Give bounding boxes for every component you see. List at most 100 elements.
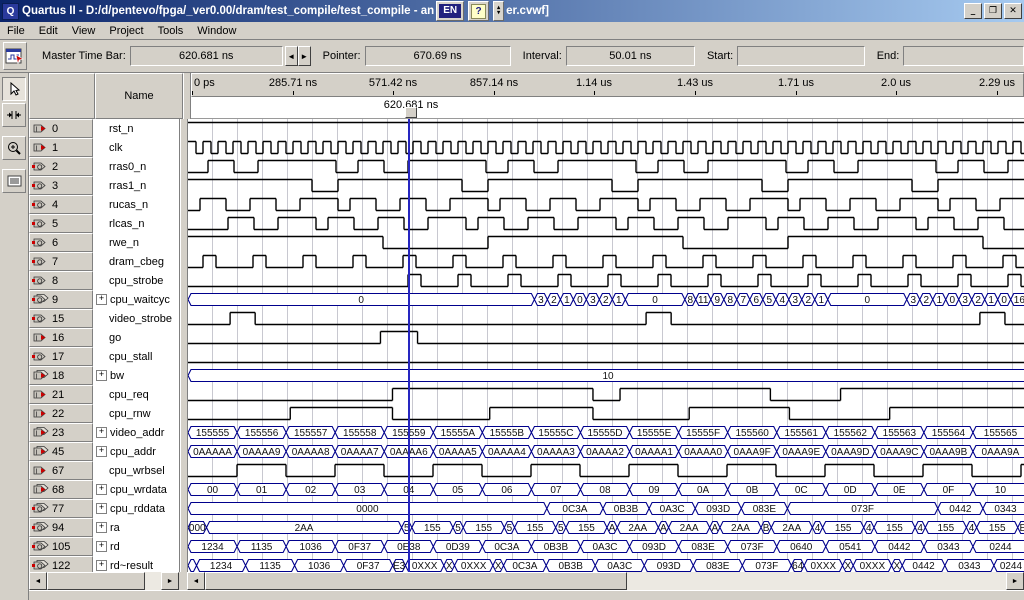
- signal-id-cpu_waitcyc[interactable]: O9: [29, 290, 93, 309]
- wave-dram_cbeg[interactable]: [188, 252, 1024, 271]
- signal-id-cpu_rddata[interactable]: O77: [29, 499, 93, 518]
- waves-scroll-thumb[interactable]: [205, 572, 627, 590]
- signal-name-rras1_n[interactable]: rras1_n: [93, 176, 179, 195]
- master-time-bar-spinner[interactable]: ◄ ►: [285, 46, 311, 66]
- expand-icon[interactable]: +: [96, 560, 107, 571]
- signal-id-cpu_addr[interactable]: I45: [29, 442, 93, 461]
- signal-name-clk[interactable]: clk: [93, 138, 179, 157]
- expand-icon[interactable]: +: [96, 503, 107, 514]
- expand-icon[interactable]: +: [96, 522, 107, 533]
- end-field[interactable]: [903, 46, 1024, 66]
- wave-go[interactable]: [188, 328, 1024, 347]
- signal-name-cpu_req[interactable]: cpu_req: [93, 385, 179, 404]
- wave-cpu_strobe[interactable]: [188, 271, 1024, 290]
- wave-video_strobe[interactable]: [188, 309, 1024, 328]
- wave-rras1_n[interactable]: [188, 176, 1024, 195]
- spin-right-icon[interactable]: ►: [298, 46, 311, 66]
- signal-id-ra[interactable]: O94: [29, 518, 93, 537]
- signal-name-rwe_n[interactable]: rwe_n: [93, 233, 179, 252]
- expand-icon[interactable]: +: [96, 484, 107, 495]
- signal-id-bw[interactable]: I18: [29, 366, 93, 385]
- signal-name-cpu_stall[interactable]: cpu_stall: [93, 347, 179, 366]
- signal-name-go[interactable]: go: [93, 328, 179, 347]
- selection-tool-button[interactable]: [2, 77, 26, 101]
- language-bar[interactable]: EN: [436, 1, 464, 21]
- wave-cpu_rnw[interactable]: [188, 404, 1024, 423]
- start-field[interactable]: [737, 46, 864, 66]
- master-time-cursor-line[interactable]: [408, 119, 410, 572]
- menu-file[interactable]: File: [0, 24, 32, 38]
- names-scroll-thumb[interactable]: [47, 572, 145, 590]
- signal-id-rst_n[interactable]: I0: [29, 119, 93, 138]
- wave-video_addr[interactable]: 15555515555615555715555815555915555A1555…: [188, 423, 1024, 442]
- signal-name-cpu_strobe[interactable]: cpu_strobe: [93, 271, 179, 290]
- zoom-tool-button[interactable]: [2, 136, 26, 160]
- wave-rd~result[interactable]: 1234113510360F37E30XXXX0XXXX0C3A0B3B0A3C…: [188, 556, 1024, 572]
- signal-name-cpu_addr[interactable]: +cpu_addr: [93, 442, 179, 461]
- signal-name-bw[interactable]: +bw: [93, 366, 179, 385]
- waves-hscrollbar[interactable]: ◄ ►: [187, 572, 1024, 590]
- wave-bw[interactable]: 10: [188, 366, 1024, 385]
- scroll-left-icon[interactable]: ◄: [29, 572, 47, 590]
- signal-id-dram_cbeg[interactable]: O7: [29, 252, 93, 271]
- wave-cpu_waitcyc[interactable]: 03210321081198765432103210321016: [188, 290, 1024, 309]
- master-time-bar-field[interactable]: 620.681 ns: [130, 46, 283, 66]
- wave-cpu_wrdata[interactable]: 000102030405060708090A0B0C0D0E0F10: [188, 480, 1024, 499]
- panel-splitter-2[interactable]: [180, 119, 188, 572]
- wave-rlcas_n[interactable]: [188, 214, 1024, 233]
- signal-id-rd[interactable]: O105: [29, 537, 93, 556]
- signal-name-dram_cbeg[interactable]: dram_cbeg: [93, 252, 179, 271]
- waveform-editor-icon[interactable]: [3, 42, 27, 70]
- help-icon[interactable]: ?: [471, 4, 486, 19]
- language-options-panel[interactable]: ▴▾: [493, 1, 504, 21]
- signal-id-go[interactable]: I16: [29, 328, 93, 347]
- signal-name-cpu_rnw[interactable]: cpu_rnw: [93, 404, 179, 423]
- signal-id-cpu_rnw[interactable]: I22: [29, 404, 93, 423]
- wave-cpu_addr[interactable]: 0AAAAA0AAAA90AAAA80AAAA70AAAA60AAAA50AAA…: [188, 442, 1024, 461]
- menu-edit[interactable]: Edit: [32, 24, 65, 38]
- signal-id-rwe_n[interactable]: O6: [29, 233, 93, 252]
- spin-left-icon[interactable]: ◄: [285, 46, 298, 66]
- close-button[interactable]: ✕: [1004, 3, 1022, 19]
- signal-id-cpu_wrdata[interactable]: I68: [29, 480, 93, 499]
- expand-icon[interactable]: +: [96, 294, 107, 305]
- wave-rucas_n[interactable]: [188, 195, 1024, 214]
- wave-rras0_n[interactable]: [188, 157, 1024, 176]
- expand-icon[interactable]: +: [96, 427, 107, 438]
- wave-rwe_n[interactable]: [188, 233, 1024, 252]
- waves-scroll-right-icon[interactable]: ►: [1006, 572, 1024, 590]
- wave-cpu_wrbsel[interactable]: [188, 461, 1024, 480]
- signal-id-clk[interactable]: I1: [29, 138, 93, 157]
- signal-id-rras0_n[interactable]: O2: [29, 157, 93, 176]
- expand-icon[interactable]: +: [96, 541, 107, 552]
- signal-id-rras1_n[interactable]: O3: [29, 176, 93, 195]
- name-column-header[interactable]: Name: [95, 73, 183, 119]
- restore-button[interactable]: ❐: [984, 3, 1002, 19]
- signal-name-video_strobe[interactable]: video_strobe: [93, 309, 179, 328]
- signal-name-rst_n[interactable]: rst_n: [93, 119, 179, 138]
- signal-id-cpu_stall[interactable]: O17: [29, 347, 93, 366]
- cursor-strip[interactable]: 620.681 ns: [191, 97, 1024, 119]
- signal-name-video_addr[interactable]: +video_addr: [93, 423, 179, 442]
- menu-tools[interactable]: Tools: [151, 24, 191, 38]
- time-ruler[interactable]: 0 ps285.71 ns571.42 ns857.14 ns1.14 us1.…: [191, 73, 1024, 97]
- signal-id-video_addr[interactable]: I23: [29, 423, 93, 442]
- names-hscrollbar[interactable]: ◄ ►: [29, 572, 179, 590]
- signal-name-rd[interactable]: +rd: [93, 537, 179, 556]
- signal-name-cpu_wrbsel[interactable]: cpu_wrbsel: [93, 461, 179, 480]
- minimize-button[interactable]: _: [964, 3, 982, 19]
- wave-clk[interactable]: [188, 138, 1024, 157]
- signal-id-cpu_strobe[interactable]: O8: [29, 271, 93, 290]
- signal-name-cpu_waitcyc[interactable]: +cpu_waitcyc: [93, 290, 179, 309]
- wave-cpu_rddata[interactable]: 00000C3A0B3B0A3C093D083E073F04420343: [188, 499, 1024, 518]
- signal-name-ra[interactable]: +ra: [93, 518, 179, 537]
- signal-id-cpu_wrbsel[interactable]: I67: [29, 461, 93, 480]
- wave-cpu_req[interactable]: [188, 385, 1024, 404]
- panel-splitter[interactable]: [183, 73, 191, 119]
- wave-rd[interactable]: 1234113510360F370E380D390C3A0B3B0A3C093D…: [188, 537, 1024, 556]
- expand-icon[interactable]: +: [96, 370, 107, 381]
- signal-name-cpu_rddata[interactable]: +cpu_rddata: [93, 499, 179, 518]
- signal-name-rras0_n[interactable]: rras0_n: [93, 157, 179, 176]
- signal-id-video_strobe[interactable]: O15: [29, 309, 93, 328]
- language-indicator[interactable]: EN: [439, 4, 461, 18]
